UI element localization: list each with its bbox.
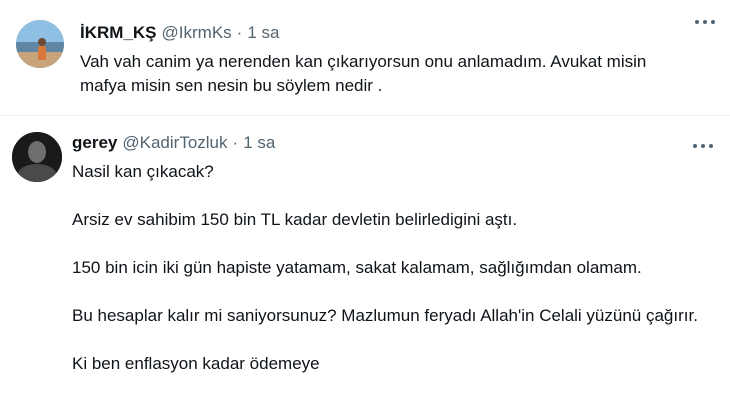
more-options-icon[interactable] xyxy=(688,136,718,156)
avatar-photo-icon xyxy=(12,132,62,182)
more-options-icon[interactable] xyxy=(690,12,720,32)
display-name[interactable]: gerey xyxy=(72,132,117,154)
avatar[interactable] xyxy=(16,20,64,68)
tweet-header: İKRM_KŞ @IkrmKs · 1 sa xyxy=(80,22,279,44)
timestamp[interactable]: 1 sa xyxy=(243,132,275,154)
avatar-photo-icon xyxy=(16,20,64,68)
tweet-header: gerey @KadirTozluk · 1 sa xyxy=(72,132,275,154)
tweet-paragraph: Nasil kan çıkacak? xyxy=(72,162,214,181)
timestamp[interactable]: 1 sa xyxy=(247,22,279,44)
avatar[interactable] xyxy=(12,132,62,182)
tweet-paragraph: Arsiz ev sahibim 150 bin TL kadar devlet… xyxy=(72,210,518,229)
tweet-text-line: mafya misin sen nesin bu söylem nedir . xyxy=(80,76,383,95)
tweet-text: Vah vah canim ya nerenden kan çıkarıyors… xyxy=(80,50,700,98)
separator-dot: · xyxy=(232,133,239,152)
tweet-paragraph: Bu hesaplar kalır mi saniyorsunuz? Mazlu… xyxy=(72,306,698,325)
tweet-text-line: Vah vah canim ya nerenden kan çıkarıyors… xyxy=(80,52,647,71)
tweet-paragraph: Ki ben enflasyon kadar ödemeye xyxy=(72,354,320,373)
user-handle[interactable]: @KadirTozluk xyxy=(122,132,227,154)
tweet-paragraph: 150 bin icin iki gün hapiste yatamam, sa… xyxy=(72,258,642,277)
user-handle[interactable]: @IkrmKs xyxy=(162,22,232,44)
tweet-text: Nasil kan çıkacak? Arsiz ev sahibim 150 … xyxy=(72,160,712,376)
display-name[interactable]: İKRM_KŞ xyxy=(80,22,157,44)
separator-dot: · xyxy=(236,23,243,42)
tweet-reply[interactable]: İKRM_KŞ @IkrmKs · 1 sa Vah vah canim ya … xyxy=(0,0,730,116)
